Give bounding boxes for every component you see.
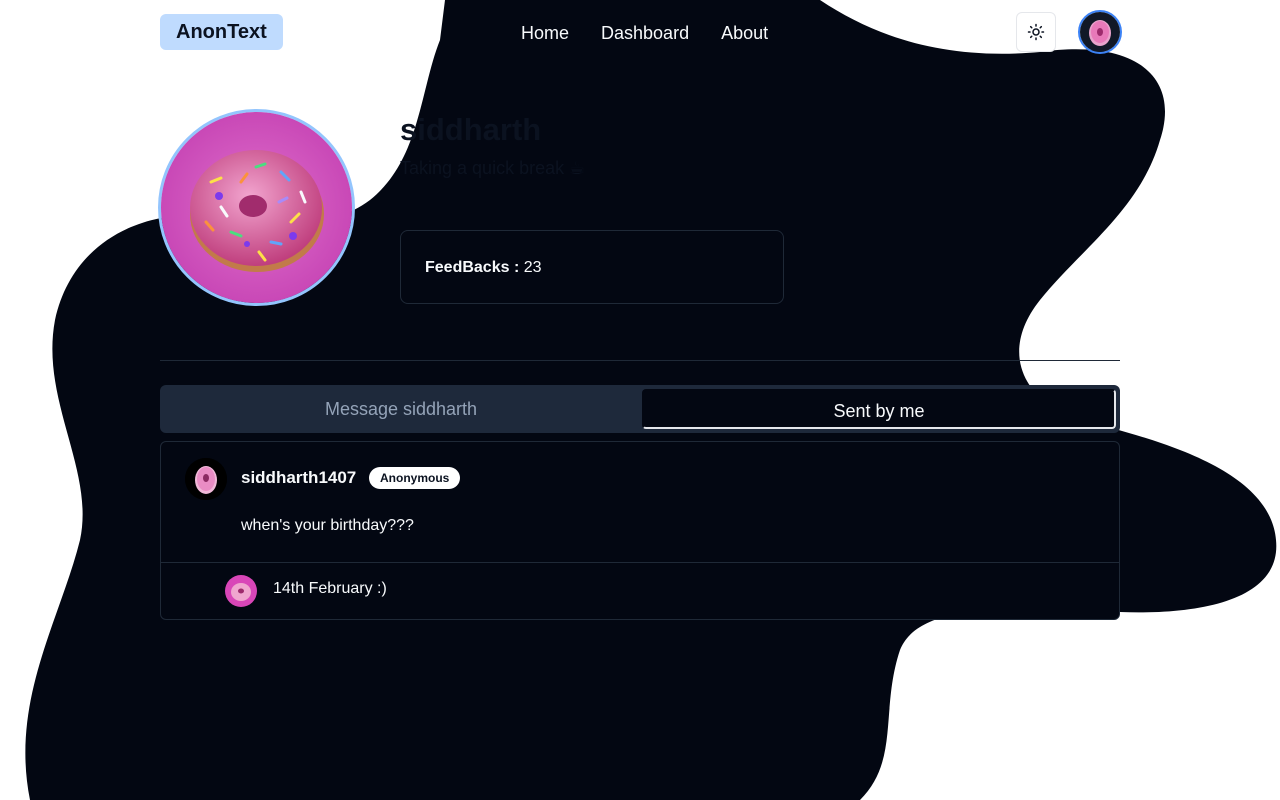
- top-nav: AnonText Home Dashboard About: [0, 0, 1280, 64]
- theme-toggle-button[interactable]: [1016, 12, 1056, 52]
- donut-avatar-icon: [1080, 12, 1120, 52]
- donut-avatar-icon: [185, 458, 227, 500]
- sender-avatar: [185, 458, 227, 500]
- donut-avatar-icon: [225, 575, 257, 607]
- feedback-count: 23: [523, 259, 542, 276]
- user-avatar-button[interactable]: [1078, 10, 1122, 54]
- reply-divider: [161, 562, 1119, 563]
- anonymous-badge: Anonymous: [369, 467, 461, 489]
- profile-avatar: [158, 109, 355, 306]
- reply-avatar: [225, 575, 257, 607]
- sun-icon: [1027, 23, 1045, 41]
- nav-link-about[interactable]: About: [705, 20, 784, 46]
- app-logo[interactable]: AnonText: [160, 14, 283, 50]
- feedback-stats: FeedBacks : 23: [425, 259, 542, 277]
- sender-username: siddharth1407: [241, 468, 357, 487]
- profile-name: siddharth: [400, 112, 542, 147]
- donut-icon: [161, 112, 352, 303]
- section-divider: [160, 360, 1120, 361]
- nav-link-dashboard[interactable]: Dashboard: [585, 20, 705, 46]
- tab-sent-by-me[interactable]: Sent by me: [642, 389, 1116, 429]
- feedback-stats-card: FeedBacks : 23: [400, 230, 784, 304]
- nav-links: Home Dashboard About: [505, 20, 784, 46]
- reply-text: 14th February :): [273, 580, 387, 597]
- profile-tabs: Message siddharth Sent by me: [160, 385, 1120, 433]
- nav-link-home[interactable]: Home: [505, 20, 585, 46]
- message-card: siddharth1407 Anonymous when's your birt…: [160, 441, 1120, 620]
- message-text: when's your birthday???: [241, 517, 414, 534]
- profile-status: Taking a quick break ☕: [400, 158, 586, 178]
- feedback-label: FeedBacks :: [425, 259, 520, 276]
- tab-message[interactable]: Message siddharth: [164, 389, 638, 429]
